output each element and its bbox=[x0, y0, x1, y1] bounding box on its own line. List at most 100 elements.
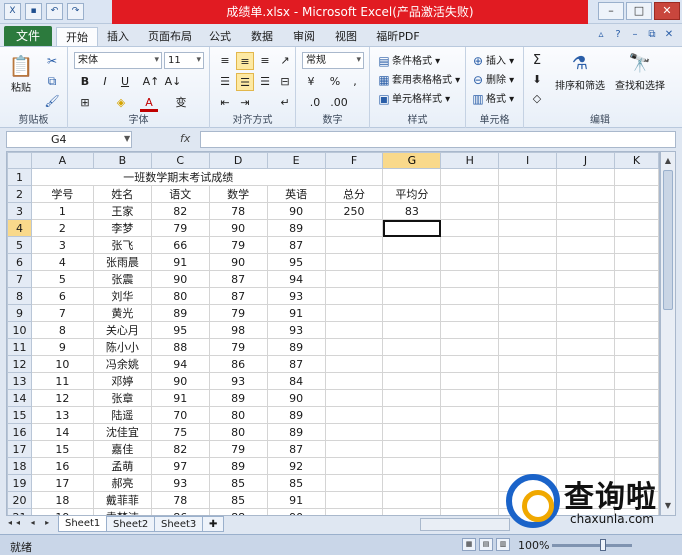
column-header-c[interactable]: C bbox=[150, 152, 210, 169]
italic-button[interactable]: I bbox=[96, 73, 114, 91]
cell[interactable]: 75 bbox=[150, 423, 210, 441]
cell[interactable]: 嘉佳 bbox=[92, 440, 152, 458]
cell[interactable] bbox=[556, 423, 615, 441]
cell[interactable]: 91 bbox=[150, 389, 210, 407]
cell[interactable]: 94 bbox=[266, 270, 326, 288]
increase-decimal-icon[interactable]: .0 bbox=[306, 94, 324, 112]
row-header[interactable]: 13 bbox=[7, 372, 32, 390]
cell[interactable] bbox=[498, 253, 558, 271]
format-cells-button[interactable]: ▥ 格式 ▾ bbox=[470, 90, 514, 107]
cell[interactable]: 语文 bbox=[150, 185, 210, 203]
tab-page-layout[interactable]: 页面布局 bbox=[140, 27, 200, 46]
cell[interactable] bbox=[324, 321, 384, 339]
cell[interactable]: 88 bbox=[208, 508, 268, 515]
cell[interactable] bbox=[613, 406, 659, 424]
cell[interactable] bbox=[440, 338, 500, 356]
row-header[interactable]: 10 bbox=[7, 321, 32, 339]
cell[interactable]: 86 bbox=[150, 508, 210, 515]
align-bottom-icon[interactable]: ≡ bbox=[256, 52, 274, 70]
cell[interactable] bbox=[556, 406, 615, 424]
row-header[interactable]: 21 bbox=[7, 508, 32, 515]
column-header-e[interactable]: E bbox=[266, 152, 326, 169]
cell[interactable]: 戴菲菲 bbox=[92, 491, 152, 509]
cell[interactable]: 79 bbox=[208, 338, 268, 356]
cell[interactable] bbox=[440, 185, 500, 203]
cell[interactable] bbox=[382, 253, 442, 271]
window-restore-icon[interactable]: ⧉ bbox=[645, 28, 659, 42]
cell[interactable] bbox=[556, 236, 615, 254]
cell[interactable] bbox=[613, 304, 659, 322]
cell[interactable]: 87 bbox=[266, 355, 326, 373]
orientation-icon[interactable]: ↗ bbox=[276, 52, 294, 70]
row-header[interactable]: 2 bbox=[7, 185, 32, 203]
cell[interactable] bbox=[498, 304, 558, 322]
undo-icon[interactable]: ↶ bbox=[46, 3, 63, 20]
cell[interactable] bbox=[382, 406, 442, 424]
cell[interactable]: 4 bbox=[30, 253, 94, 271]
cell[interactable]: 89 bbox=[266, 338, 326, 356]
vertical-scrollbar[interactable]: ▲ ▼ bbox=[660, 151, 676, 516]
cell[interactable]: 95 bbox=[150, 321, 210, 339]
cell[interactable] bbox=[324, 457, 384, 475]
delete-cells-button[interactable]: ⊖ 删除 ▾ bbox=[470, 71, 514, 88]
row-header[interactable]: 14 bbox=[7, 389, 32, 407]
cell[interactable] bbox=[613, 440, 659, 458]
cell[interactable] bbox=[382, 491, 442, 509]
cell[interactable] bbox=[324, 253, 384, 271]
cell[interactable] bbox=[440, 219, 500, 237]
cell[interactable]: 9 bbox=[30, 338, 94, 356]
decrease-decimal-icon[interactable]: .00 bbox=[330, 94, 348, 112]
number-format-combo[interactable]: 常规 bbox=[302, 52, 364, 69]
borders-icon[interactable]: ⊞ bbox=[76, 94, 94, 112]
zoom-level[interactable]: 100% bbox=[518, 539, 549, 552]
cell[interactable]: 78 bbox=[150, 491, 210, 509]
cell[interactable]: 邓婷 bbox=[92, 372, 152, 390]
cell[interactable] bbox=[382, 508, 442, 515]
cell[interactable] bbox=[613, 185, 659, 203]
cell[interactable]: 张章 bbox=[92, 389, 152, 407]
close-icon[interactable]: ✕ bbox=[654, 2, 680, 20]
autosum-button[interactable]: Σ bbox=[528, 52, 546, 70]
cell[interactable]: 80 bbox=[150, 287, 210, 305]
cell[interactable]: 84 bbox=[266, 372, 326, 390]
align-left-icon[interactable]: ☰ bbox=[216, 73, 234, 91]
cell[interactable] bbox=[440, 440, 500, 458]
cell[interactable] bbox=[324, 355, 384, 373]
cell[interactable] bbox=[382, 236, 442, 254]
underline-button[interactable]: U bbox=[116, 73, 134, 91]
tab-data[interactable]: 数据 bbox=[244, 27, 280, 46]
format-painter-icon[interactable]: 🖌 bbox=[44, 93, 60, 109]
row-header[interactable]: 5 bbox=[7, 236, 32, 254]
cell[interactable] bbox=[324, 389, 384, 407]
cell[interactable] bbox=[498, 355, 558, 373]
cell[interactable] bbox=[613, 202, 659, 220]
cell[interactable]: 沈佳宜 bbox=[92, 423, 152, 441]
cell[interactable] bbox=[556, 338, 615, 356]
cell[interactable] bbox=[440, 202, 500, 220]
cell[interactable] bbox=[440, 236, 500, 254]
row-header[interactable]: 20 bbox=[7, 491, 32, 509]
new-sheet-icon[interactable]: ✚ bbox=[202, 516, 225, 532]
select-all-corner[interactable] bbox=[7, 152, 32, 169]
cell[interactable] bbox=[613, 219, 659, 237]
cell[interactable] bbox=[498, 338, 558, 356]
cell[interactable] bbox=[556, 304, 615, 322]
cell[interactable] bbox=[324, 168, 384, 186]
cell[interactable] bbox=[498, 406, 558, 424]
cell[interactable]: 89 bbox=[150, 304, 210, 322]
row-header[interactable]: 17 bbox=[7, 440, 32, 458]
cell[interactable]: 91 bbox=[150, 253, 210, 271]
cell[interactable] bbox=[440, 304, 500, 322]
cell[interactable]: 陈小小 bbox=[92, 338, 152, 356]
row-header[interactable]: 11 bbox=[7, 338, 32, 356]
cell[interactable] bbox=[440, 457, 500, 475]
cell[interactable]: 83 bbox=[382, 202, 442, 220]
row-header[interactable]: 6 bbox=[7, 253, 32, 271]
pinyin-button[interactable]: 变 bbox=[172, 94, 190, 112]
cell[interactable] bbox=[324, 270, 384, 288]
cell[interactable] bbox=[498, 202, 558, 220]
cell[interactable] bbox=[498, 287, 558, 305]
insert-cells-button[interactable]: ⊕ 插入 ▾ bbox=[470, 52, 514, 69]
cell[interactable] bbox=[382, 355, 442, 373]
cell[interactable]: 孟萌 bbox=[92, 457, 152, 475]
